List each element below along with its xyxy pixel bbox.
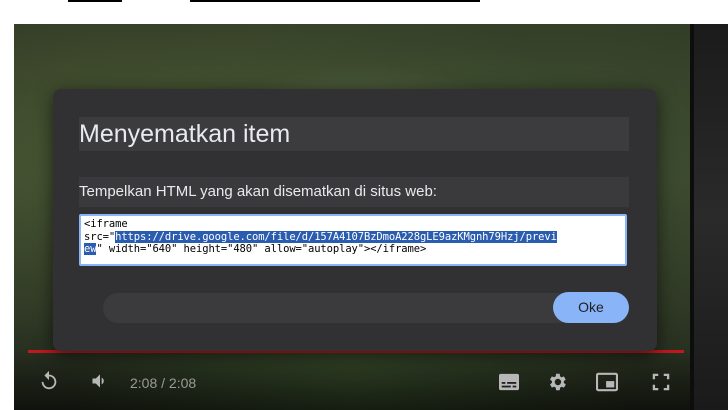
volume-icon[interactable] <box>90 371 110 396</box>
dialog-subtitle: Tempelkan HTML yang akan disematkan di s… <box>79 183 437 200</box>
time-display: 2:08 / 2:08 <box>130 375 197 391</box>
miniplayer-icon[interactable] <box>595 372 619 397</box>
adjacent-thumbnail <box>694 24 728 410</box>
code-line-1: <iframe <box>84 218 128 230</box>
embed-code-textarea[interactable]: <iframe src="https://drive.google.com/fi… <box>79 214 627 266</box>
subtitles-icon[interactable] <box>498 372 520 397</box>
embed-dialog: Menyematkan item Tempelkan HTML yang aka… <box>53 89 657 351</box>
code-line-3-selected: ew <box>84 243 97 255</box>
code-line-2-selected: https://drive.google.com/file/d/157A4107… <box>115 230 557 243</box>
underline-2 <box>190 0 480 2</box>
code-line-2-prefix: src=" <box>84 230 116 243</box>
page-right-edge <box>690 24 728 410</box>
footer-band <box>103 293 583 323</box>
underline-1 <box>68 0 122 2</box>
code-line-3-rest: " width="640" height="480" allow="autopl… <box>96 243 427 255</box>
settings-icon[interactable] <box>546 371 568 398</box>
replay-icon[interactable] <box>38 370 60 397</box>
top-text-strip <box>0 0 728 24</box>
dialog-title: Menyematkan item <box>79 120 291 148</box>
fullscreen-icon[interactable] <box>650 371 672 398</box>
player-controls <box>14 348 690 410</box>
ok-button[interactable]: Oke <box>553 292 629 323</box>
